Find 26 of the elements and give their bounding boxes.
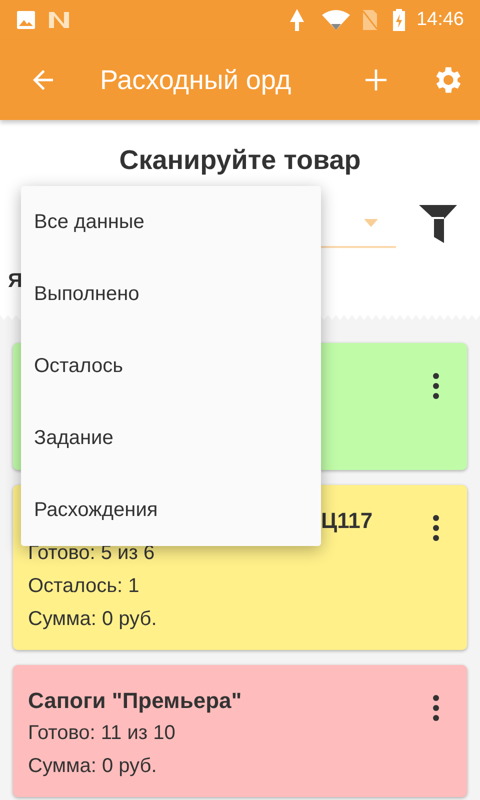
filter-icon[interactable] — [418, 204, 458, 244]
image-icon — [16, 10, 36, 30]
item-title: Сапоги "Премьера" — [28, 687, 242, 715]
caret-icon — [364, 219, 378, 227]
item-detail: Готово: 11 из 10 — [28, 721, 176, 746]
item-detail: Осталось: 1 — [28, 574, 140, 599]
item-title: Ц117 — [321, 507, 373, 535]
more-icon — [433, 373, 439, 399]
menu-item[interactable]: Выполнено — [21, 258, 321, 330]
clock-time: 14:46 — [416, 9, 464, 31]
menu-item[interactable]: Осталось — [21, 330, 321, 402]
item-detail: Сумма: 0 руб. — [28, 754, 157, 779]
wifi-icon — [322, 10, 350, 30]
menu-item[interactable]: Задание — [21, 402, 321, 474]
item-card[interactable]: Сапоги "Премьера" Готово: 11 из 10 Сумма: 0 руб. — [13, 665, 467, 797]
screen-title: Расходный орд — [100, 64, 292, 96]
notification-icon — [48, 10, 70, 30]
no-sim-icon — [362, 9, 378, 31]
scan-prompt: Сканируйте товар — [119, 144, 361, 177]
menu-item[interactable]: Все данные — [21, 186, 321, 258]
item-detail: Сумма: 0 руб. — [28, 607, 157, 632]
section-label: Я — [8, 270, 22, 293]
arrow-up-icon — [288, 8, 306, 32]
more-icon — [433, 695, 439, 721]
more-icon — [433, 515, 439, 541]
battery-icon — [392, 8, 406, 32]
